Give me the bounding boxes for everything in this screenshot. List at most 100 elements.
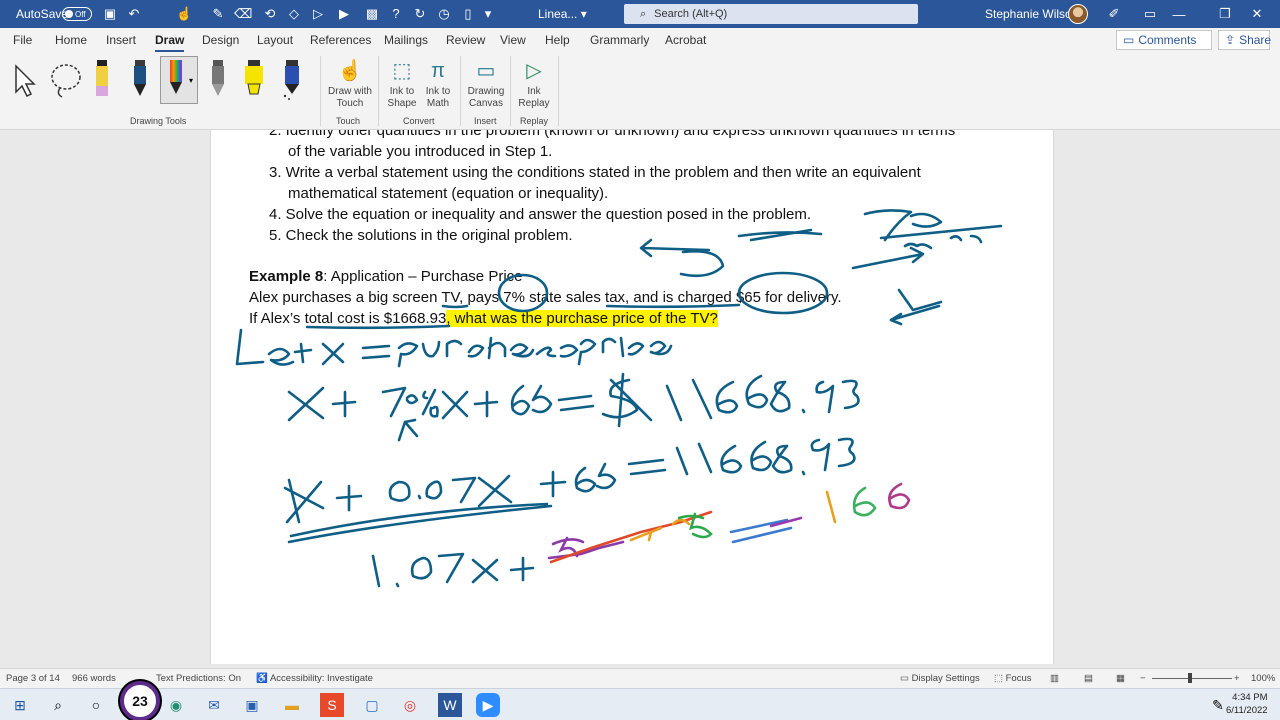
- chrome-icon[interactable]: ◎: [398, 693, 422, 717]
- picture-icon[interactable]: ▩: [364, 6, 380, 22]
- save-icon[interactable]: ▣: [102, 6, 118, 22]
- ink-arrow-up: [397, 418, 419, 442]
- pen-settings-icon[interactable]: ✐: [1106, 6, 1122, 22]
- edge-icon[interactable]: ◉: [164, 693, 188, 717]
- close-icon[interactable]: ✕: [1234, 0, 1280, 28]
- zoom-out-icon[interactable]: −: [1140, 673, 1146, 684]
- ink-arrow-down: [889, 288, 943, 326]
- drawing-canvas-button[interactable]: ▭ Drawing Canvas: [462, 56, 510, 110]
- page-icon[interactable]: ▯: [460, 6, 476, 22]
- pen-rainbow-icon[interactable]: ▾: [160, 56, 198, 104]
- display-settings[interactable]: ▭ Display Settings: [900, 673, 980, 684]
- cortana-icon[interactable]: ○: [84, 693, 108, 717]
- tab-insert[interactable]: Insert: [106, 33, 136, 47]
- pen-black-icon[interactable]: [128, 56, 152, 104]
- minimize-icon[interactable]: —: [1156, 0, 1202, 28]
- group-insert-label: Insert: [474, 116, 497, 126]
- select-cursor-icon[interactable]: [10, 56, 40, 104]
- ink-eq2-65: [574, 462, 617, 493]
- system-clock[interactable]: 4:34 PM 6/11/2022: [1226, 691, 1268, 717]
- mail-icon[interactable]: ✉: [202, 693, 226, 717]
- document-page[interactable]: 2. Identify other quantities in the prob…: [210, 130, 1054, 664]
- zoom-slider-thumb[interactable]: [1188, 673, 1192, 683]
- tab-help[interactable]: Help: [545, 33, 570, 47]
- lasso-select-icon[interactable]: [46, 56, 86, 104]
- tab-grammarly[interactable]: Grammarly: [590, 33, 649, 47]
- focus-mode[interactable]: ⬚ Focus: [994, 673, 1032, 684]
- tab-review[interactable]: Review: [446, 33, 485, 47]
- ink-eq1-equals: [557, 394, 595, 412]
- read-mode-icon[interactable]: ▥: [1050, 673, 1059, 684]
- refresh-icon[interactable]: ↻: [412, 6, 428, 22]
- tab-draw[interactable]: Draw: [155, 33, 185, 53]
- windows-start-icon[interactable]: ⊞: [8, 693, 32, 717]
- help-icon[interactable]: ?: [388, 6, 404, 22]
- zoom-level[interactable]: 100%: [1251, 673, 1275, 684]
- insert-icon[interactable]: ▶: [336, 6, 352, 22]
- tab-view[interactable]: View: [500, 33, 526, 47]
- clock-icon[interactable]: ◷: [436, 6, 452, 22]
- document-name[interactable]: Linea... ▾: [538, 0, 587, 28]
- outlook-icon[interactable]: ▢: [360, 693, 384, 717]
- zoom-slider[interactable]: [1152, 678, 1232, 679]
- file-explorer-icon[interactable]: ▬: [280, 693, 304, 717]
- lasso-icon[interactable]: ⟲: [262, 6, 278, 22]
- ink-eq1-x2: [441, 390, 469, 420]
- share-button[interactable]: ⇪ Share: [1218, 30, 1271, 50]
- print-layout-icon[interactable]: ▤: [1084, 673, 1093, 684]
- highlighter-purple-icon[interactable]: [90, 56, 114, 104]
- pen-icon[interactable]: ✎: [210, 6, 226, 22]
- search-icon[interactable]: ⌕: [46, 693, 70, 717]
- ink-to-math-icon: π: [431, 60, 445, 82]
- page-count[interactable]: Page 3 of 14: [6, 673, 60, 684]
- format-icon[interactable]: ▷: [310, 6, 326, 22]
- word-icon[interactable]: W: [438, 693, 462, 717]
- zoom-in-icon[interactable]: +: [1234, 673, 1240, 684]
- autosave-toggle[interactable]: Off: [62, 0, 92, 28]
- tab-home[interactable]: Home: [55, 33, 87, 47]
- text-predictions[interactable]: Text Predictions: On: [156, 673, 241, 684]
- focus-icon: ⬚: [994, 673, 1003, 684]
- user-name[interactable]: Stephanie Wilson: [985, 0, 1078, 28]
- tab-design[interactable]: Design: [202, 33, 239, 47]
- highlighter-yellow-icon[interactable]: [242, 56, 266, 104]
- ink-circle-7pct: [497, 273, 549, 313]
- search-box[interactable]: ⌕ Search (Alt+Q): [624, 4, 918, 24]
- title-bar: AutoSave Off ▣ ↶ ☝ ✎ ⌫ ⟲ ◇ ▷ ▶ ▩ ? ↻ ◷ ▯…: [0, 0, 1280, 28]
- tab-file[interactable]: File: [13, 33, 32, 47]
- tab-references[interactable]: References: [310, 33, 371, 47]
- store-icon[interactable]: ▣: [240, 693, 264, 717]
- avatar[interactable]: [1068, 4, 1088, 24]
- tab-mailings[interactable]: Mailings: [384, 33, 428, 47]
- word-count[interactable]: 966 words: [72, 673, 116, 684]
- ink-price: [577, 336, 673, 366]
- app-s-icon[interactable]: S: [320, 693, 344, 717]
- touch-mode-icon[interactable]: ☝: [176, 6, 192, 22]
- pencil-gray-icon[interactable]: [206, 56, 230, 104]
- ink-to-shape-button[interactable]: ⬚ Ink to Shape: [382, 56, 422, 110]
- shape-icon[interactable]: ◇: [286, 6, 302, 22]
- undo-icon[interactable]: ↶: [126, 6, 142, 22]
- ink-eq1-x: [287, 386, 325, 422]
- web-layout-icon[interactable]: ▦: [1116, 673, 1125, 684]
- document-area[interactable]: 2. Identify other quantities in the prob…: [0, 130, 1280, 668]
- tab-acrobat[interactable]: Acrobat: [665, 33, 706, 47]
- comments-button[interactable]: ▭ Comments: [1116, 30, 1212, 50]
- eraser-icon[interactable]: ⌫: [234, 6, 252, 22]
- ink-layer[interactable]: [211, 130, 1055, 664]
- pen-galaxy-icon[interactable]: [280, 56, 304, 104]
- tab-layout[interactable]: Layout: [257, 33, 293, 47]
- customize-toolbar-icon[interactable]: ▾: [480, 6, 496, 22]
- zoom-app-icon[interactable]: ▶: [476, 693, 500, 717]
- accessibility-status[interactable]: ♿ Accessibility: Investigate: [256, 673, 373, 684]
- ink-rainbow-6b: [888, 482, 911, 510]
- ink-to-math-button[interactable]: π Ink to Math: [418, 56, 458, 110]
- ink-eq1-dollar: [601, 372, 653, 428]
- ink-underline-tv: [441, 304, 469, 309]
- ink-rainbow-65: [677, 512, 713, 539]
- draw-with-touch-button[interactable]: ☝ Draw with Touch: [326, 56, 374, 110]
- ink-replay-icon: ▷: [526, 60, 542, 82]
- ink-circle-65: [737, 271, 829, 315]
- ink-replay-button[interactable]: ▷ Ink Replay: [512, 56, 556, 110]
- ink-underline-tax: [605, 303, 741, 309]
